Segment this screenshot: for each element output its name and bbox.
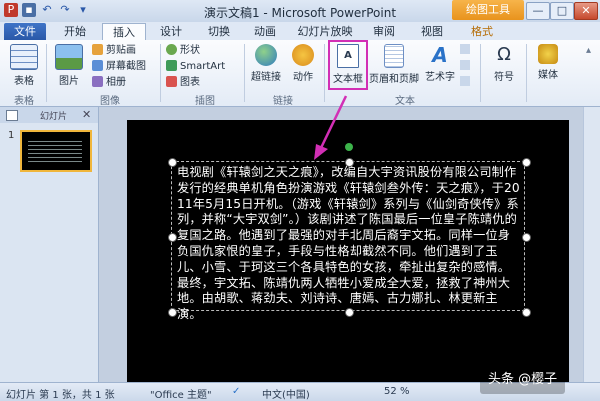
arrow-line [318,95,348,151]
watermark: 头条 @樱子 [480,366,566,394]
zoom-level[interactable]: 52 [384,386,397,397]
spellcheck-icon[interactable]: ✓ [232,386,240,397]
slide-info: 幻灯片 第 1 张，共 1 张 [6,390,115,401]
arrow-head [314,144,328,160]
language[interactable]: 中文(中国) [262,386,310,401]
annotation-arrow [314,95,348,160]
theme-name[interactable]: "Office 主题" [150,386,212,401]
